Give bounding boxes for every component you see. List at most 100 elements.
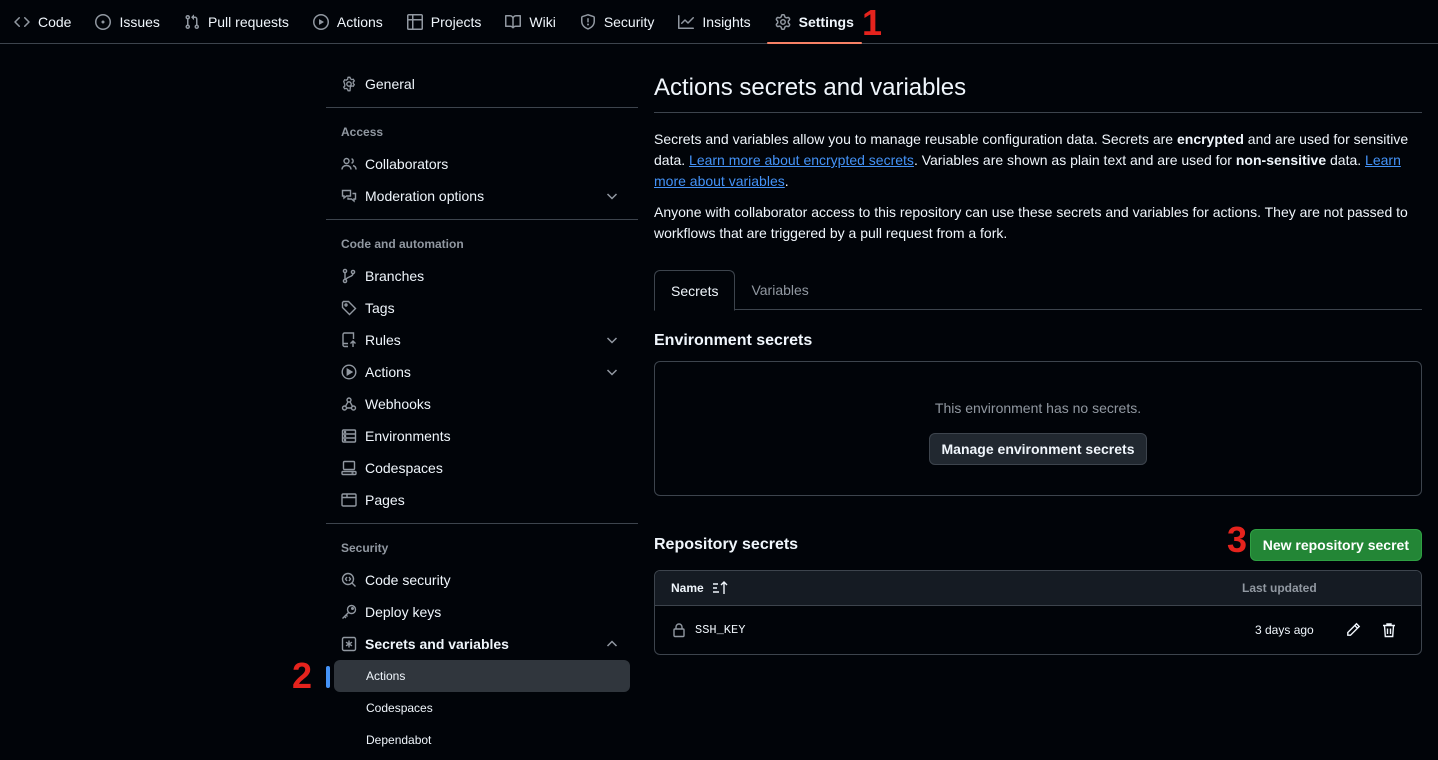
sidebar-subitem-codespaces[interactable]: Codespaces — [326, 692, 638, 724]
sidebar-item-label: Rules — [365, 332, 401, 348]
codescan-icon — [341, 572, 356, 587]
sidebar-item-label: Pages — [365, 492, 405, 508]
issue-opened-icon — [95, 13, 112, 30]
delete-secret-button[interactable] — [1377, 618, 1401, 642]
tab-actions[interactable]: Actions — [305, 2, 391, 42]
tab-actions-label: Actions — [336, 13, 383, 30]
sidebar-item-label: Collaborators — [365, 156, 449, 172]
tab-pull-requests[interactable]: Pull requests — [176, 2, 297, 42]
annotation-1: 1 — [862, 2, 883, 43]
sidebar-subitem-dependabot[interactable]: Dependabot — [326, 724, 638, 756]
intro-bold-non-sensitive: non-sensitive — [1235, 152, 1327, 168]
sort-asc-icon[interactable] — [712, 580, 728, 596]
column-name-label: Name — [671, 581, 704, 595]
sidebar-item-collaborators[interactable]: Collaborators — [326, 148, 638, 180]
sidebar-item-label: Environments — [365, 428, 451, 444]
git-pull-request-icon — [185, 14, 199, 29]
lock-icon — [673, 623, 685, 638]
learn-more-secrets-link[interactable]: Learn more about encrypted secrets — [689, 152, 914, 168]
environment-secrets-box: This environment has no secrets. Manage … — [654, 361, 1422, 496]
key-asterisk-icon — [341, 636, 357, 652]
play-icon — [312, 13, 329, 30]
sidebar-item-rules[interactable]: Rules — [326, 324, 638, 356]
column-name-header[interactable]: Name — [671, 580, 728, 596]
sidebar-item-deploy-keys[interactable]: Deploy keys — [326, 596, 638, 628]
sidebar-item-pages[interactable]: Pages — [326, 484, 638, 516]
sidebar-item-label: Codespaces — [365, 460, 443, 476]
sidebar-item-general[interactable]: General — [326, 68, 638, 100]
secret-name: SSH_KEY — [695, 623, 746, 637]
tab-code-label: Code — [38, 13, 72, 30]
tag-icon — [341, 300, 357, 316]
main-content: Actions secrets and variables Secrets an… — [654, 72, 1422, 655]
sidebar-item-webhooks[interactable]: Webhooks — [326, 388, 638, 420]
secrets-variables-tabs: Secrets Variables — [654, 270, 1422, 311]
trash-icon — [1383, 623, 1395, 638]
key-icon — [342, 604, 357, 619]
divider — [326, 107, 638, 108]
sidebar-heading-access: Access — [341, 125, 384, 139]
tab-secrets[interactable]: Secrets — [654, 270, 736, 311]
tab-insights-label: Insights — [702, 13, 751, 30]
repository-secrets-title: Repository secrets — [654, 536, 799, 553]
manage-environment-secrets-button[interactable]: Manage environment secrets — [928, 433, 1148, 465]
sidebar-item-tags[interactable]: Tags — [326, 292, 638, 324]
edit-secret-button[interactable] — [1341, 618, 1365, 642]
tab-security[interactable]: Security — [572, 2, 663, 42]
chevron-down-icon[interactable] — [604, 188, 620, 204]
environment-empty-message: This environment has no secrets. — [934, 400, 1142, 416]
code-icon — [14, 16, 30, 27]
chevron-up-icon[interactable] — [604, 636, 620, 652]
sidebar-item-secrets-variables[interactable]: Secrets and variables — [326, 628, 638, 660]
tab-settings-label: Settings — [798, 13, 854, 30]
sidebar-item-branches[interactable]: Branches — [326, 260, 638, 292]
repository-secrets-table: Name Last updated SSH_KEY 3 days ago — [654, 570, 1422, 655]
codespaces-icon — [341, 460, 357, 476]
shield-icon — [580, 13, 595, 30]
chevron-down-icon[interactable] — [604, 364, 620, 380]
environment-secrets-title: Environment secrets — [654, 332, 813, 349]
tab-variables[interactable]: Variables — [735, 270, 824, 310]
sidebar-item-environments[interactable]: Environments — [326, 420, 638, 452]
gear-icon — [342, 76, 356, 92]
tab-projects[interactable]: Projects — [399, 2, 490, 42]
annotation-2: 2 — [292, 655, 313, 696]
sidebar-subitem-actions[interactable]: Actions — [326, 660, 630, 692]
secret-last-updated: 3 days ago — [1255, 623, 1314, 637]
sidebar-subitem-label: Dependabot — [366, 733, 432, 747]
tab-code[interactable]: Code — [6, 2, 79, 42]
sidebar-item-codespaces[interactable]: Codespaces — [326, 452, 638, 484]
tab-settings[interactable]: Settings — [766, 2, 863, 44]
intro-text: Secrets and variables allow you to manag… — [654, 131, 1177, 147]
repository-secrets-header: Repository secrets New repository secret — [654, 529, 1422, 561]
column-last-updated-header: Last updated — [1242, 581, 1317, 595]
divider — [326, 219, 638, 220]
repo-nav: Code Issues Pull requests Actions Projec… — [0, 0, 1438, 44]
sidebar-item-label: General — [365, 76, 415, 92]
tab-pull-requests-label: Pull requests — [207, 13, 289, 30]
browser-icon — [341, 493, 357, 507]
sidebar-heading-security: Security — [341, 541, 389, 555]
sidebar-item-moderation[interactable]: Moderation options — [326, 180, 638, 212]
tab-wiki-label: Wiki — [529, 13, 556, 30]
webhook-icon — [341, 397, 357, 411]
sidebar-item-actions[interactable]: Actions — [326, 356, 638, 388]
sidebar-item-code-security[interactable]: Code security — [326, 564, 638, 596]
divider — [326, 523, 638, 524]
git-branch-icon — [342, 268, 356, 284]
tab-security-label: Security — [603, 13, 655, 30]
settings-sidebar: General Access Collaborators Moderation … — [326, 68, 638, 756]
chevron-down-icon[interactable] — [604, 332, 620, 348]
sidebar-item-label: Deploy keys — [365, 604, 442, 620]
play-icon — [341, 364, 357, 380]
new-repository-secret-button[interactable]: New repository secret — [1249, 529, 1422, 561]
tab-issues[interactable]: Issues — [87, 2, 167, 42]
tab-insights[interactable]: Insights — [670, 2, 758, 42]
sidebar-item-label: Moderation options — [365, 188, 485, 204]
comment-discussion-icon — [341, 189, 357, 203]
tab-wiki[interactable]: Wiki — [497, 2, 563, 42]
intro-text: . Variables are shown as plain text and … — [913, 152, 1236, 168]
table-icon — [406, 13, 423, 30]
sidebar-item-label: Secrets and variables — [365, 636, 509, 652]
people-icon — [341, 157, 357, 170]
